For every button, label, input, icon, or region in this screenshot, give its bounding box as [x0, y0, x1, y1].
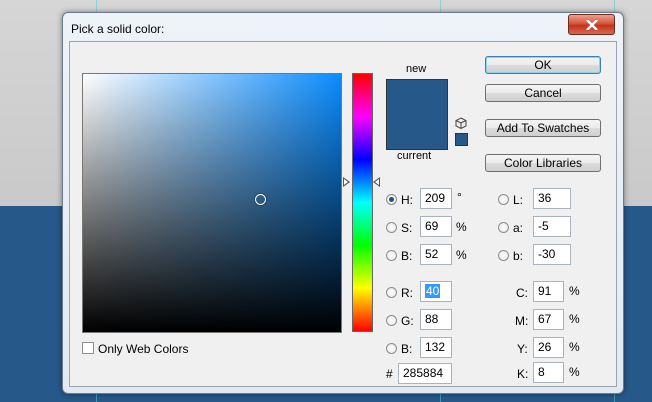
dialog-client-area: new current OK Cancel Add To Swatches Co…: [69, 41, 617, 387]
web-safe-color-swatch[interactable]: [455, 133, 468, 146]
current-color-label: current: [397, 150, 432, 162]
hue-input[interactable]: 209: [420, 188, 452, 209]
a-channel-input[interactable]: -5: [533, 216, 571, 237]
ok-button[interactable]: OK: [485, 56, 601, 74]
b-channel-label: b:: [513, 249, 524, 263]
close-icon: [585, 19, 598, 30]
red-input[interactable]: 40: [420, 281, 452, 302]
new-color-swatch: [387, 80, 447, 149]
black-unit: %: [569, 365, 580, 379]
a-channel-label: a:: [513, 221, 524, 235]
black-input[interactable]: 8: [533, 362, 564, 383]
hex-label: #: [386, 367, 393, 381]
cube-icon[interactable]: [455, 117, 467, 129]
black-label: K:: [517, 367, 529, 381]
hue-slider-left-arrow[interactable]: [343, 177, 350, 187]
green-input[interactable]: 88: [420, 309, 452, 330]
b-channel-input[interactable]: -30: [533, 244, 571, 265]
lightness-radio[interactable]: [498, 194, 509, 205]
hue-label: H:: [401, 193, 413, 207]
lightness-label: L:: [513, 193, 524, 207]
yellow-input[interactable]: 26: [533, 337, 564, 358]
cyan-label: C:: [516, 286, 528, 300]
title-bar[interactable]: Pick a solid color:: [63, 13, 623, 41]
add-to-swatches-button[interactable]: Add To Swatches: [485, 119, 601, 137]
hue-slider[interactable]: [352, 73, 373, 332]
saturation-label: S:: [401, 221, 413, 235]
color-picker-dialog: Pick a solid color: new current OK Cance…: [62, 12, 624, 394]
hue-slider-right-arrow[interactable]: [373, 177, 380, 187]
brightness-label: B:: [401, 249, 413, 263]
brightness-radio[interactable]: [386, 250, 397, 261]
color-libraries-button[interactable]: Color Libraries: [485, 154, 601, 172]
only-web-colors-checkbox[interactable]: [82, 342, 94, 354]
red-input-selected-text: 40: [425, 284, 441, 298]
hue-radio[interactable]: [386, 194, 397, 205]
color-preview: [386, 79, 448, 150]
cyan-unit: %: [569, 284, 580, 298]
new-color-label: new: [406, 63, 427, 75]
saturation-input[interactable]: 69: [420, 216, 452, 237]
magenta-label: M:: [515, 314, 529, 328]
close-button[interactable]: [568, 14, 615, 35]
green-label: G:: [401, 314, 414, 328]
hue-unit: °: [457, 190, 462, 204]
blue-input[interactable]: 132: [420, 337, 452, 358]
yellow-unit: %: [569, 340, 580, 354]
saturation-radio[interactable]: [386, 222, 397, 233]
hex-input[interactable]: 285884: [398, 363, 452, 384]
blue-label: B:: [401, 342, 413, 356]
green-radio[interactable]: [386, 315, 397, 326]
brightness-unit: %: [456, 248, 467, 262]
blue-radio[interactable]: [386, 343, 397, 354]
brightness-input[interactable]: 52: [420, 244, 452, 265]
magenta-unit: %: [569, 312, 580, 326]
color-field-cursor[interactable]: [255, 194, 266, 205]
cyan-input[interactable]: 91: [533, 281, 564, 302]
b-channel-radio[interactable]: [498, 250, 509, 261]
magenta-input[interactable]: 67: [533, 309, 564, 330]
only-web-colors-label: Only Web Colors: [98, 342, 189, 356]
red-label: R:: [401, 286, 413, 300]
lightness-input[interactable]: 36: [533, 188, 571, 209]
a-channel-radio[interactable]: [498, 222, 509, 233]
cancel-button[interactable]: Cancel: [485, 84, 601, 102]
color-field[interactable]: [82, 73, 342, 333]
saturation-unit: %: [456, 220, 467, 234]
yellow-label: Y:: [517, 342, 528, 356]
dialog-title: Pick a solid color:: [71, 22, 165, 36]
red-radio[interactable]: [386, 287, 397, 298]
